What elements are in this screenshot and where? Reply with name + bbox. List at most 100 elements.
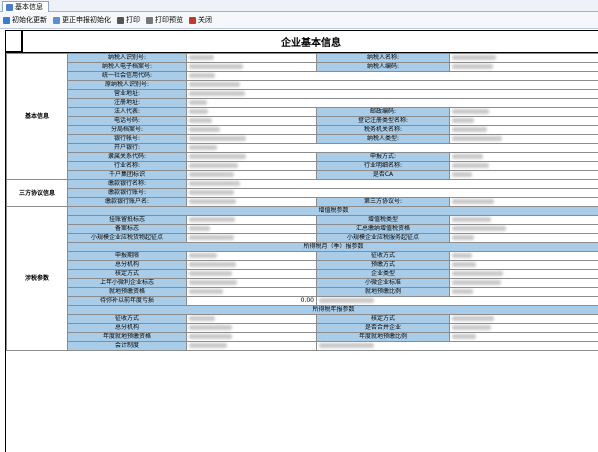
toolbar-button-label: 初始化更新 [12,15,47,25]
tax-value[interactable] [187,333,317,342]
table-row: 年度就地预缴资格 年度就地预缴比例 [7,333,598,342]
redacted-value [189,172,234,177]
tax-value[interactable] [450,333,598,342]
tax-value[interactable] [450,324,598,333]
table-row: 分局档案号: 税务机关名称: [7,126,598,135]
redacted-value [189,127,220,132]
tax-value[interactable] [187,225,317,234]
basic-value[interactable] [187,153,317,162]
toolbar-button-label: 打印 [126,15,140,25]
basic-value[interactable] [450,63,598,72]
basic-value[interactable] [450,171,598,180]
redacted-value [189,262,236,267]
tax-value[interactable] [187,324,317,333]
basic-value[interactable] [187,81,598,90]
basic-value[interactable] [187,162,317,171]
redacted-value [319,343,374,348]
tax-value[interactable] [187,270,317,279]
tri-value[interactable] [450,198,598,207]
tax-value[interactable] [450,225,598,234]
basic-label: 登记注册类型名称: [317,117,450,126]
tab-basic-info[interactable]: 基本信息 [2,1,49,12]
redacted-value [452,253,472,258]
toolbar-button-2[interactable]: 打印 [117,15,140,25]
basic-value[interactable] [187,144,598,153]
tax-value[interactable] [317,342,598,351]
tax-value[interactable] [450,216,598,225]
tax-value[interactable] [450,279,598,288]
tax-value[interactable] [450,315,598,324]
tax-value[interactable] [187,261,317,270]
basic-value[interactable] [450,153,598,162]
tax-value[interactable] [450,234,598,243]
refresh-icon [3,17,10,24]
table-row: 备案标志 汇总缴纳增值税资格 [7,225,598,234]
redacted-value [189,145,217,150]
basic-value[interactable] [450,162,598,171]
basic-value[interactable] [187,54,317,63]
basic-label: 纳税人电子档案号: [68,63,187,72]
basic-value[interactable] [450,135,598,144]
redacted-value [319,298,374,303]
basic-value[interactable] [187,63,317,72]
redacted-value [452,154,483,159]
redacted-value [189,181,240,186]
tri-value[interactable] [187,198,317,207]
redacted-value [189,163,238,168]
tri-value[interactable] [187,180,598,189]
basic-value[interactable] [450,117,598,126]
redacted-value [189,82,240,87]
section-tripartite: 三方协议信息 [7,180,68,207]
toolbar-button-3[interactable]: 打印预览 [146,15,183,25]
redacted-value [452,280,501,285]
tax-value[interactable] [187,315,317,324]
basic-label: 是否CA [317,171,450,180]
basic-value[interactable] [450,126,598,135]
basic-value[interactable] [187,108,317,117]
tax-label: 预缴方式 [317,261,450,270]
basic-value[interactable] [187,135,317,144]
basic-value[interactable] [187,171,317,180]
basic-value[interactable] [187,72,598,81]
tax-label: 增值税类型 [317,216,450,225]
redacted-value [452,127,487,132]
tax-value[interactable] [187,279,317,288]
basic-value[interactable] [187,90,598,99]
table-row: 缴款银行账户名: 第三方协议号: [7,198,598,207]
tri-label: 缴款银行名称: [68,180,187,189]
redacted-value [189,154,246,159]
tri-value[interactable] [187,189,598,198]
tax-value[interactable] [187,342,317,351]
table-row: 注册地址: [7,99,598,108]
tax-value[interactable] [450,270,598,279]
toolbar-button-4[interactable]: 关闭 [189,15,212,25]
tri-label: 缴款银行账号: [68,189,187,198]
redacted-value [189,136,246,141]
tax-value[interactable] [187,234,317,243]
basic-label: 纳税人识别号: [68,54,187,63]
table-row: 基本信息 纳税人识别号: 纳税人名称: [7,54,598,63]
tax-value[interactable] [187,288,317,297]
info-form: 企业基本信息 基本信息 纳税人识别号: 纳税人名称: 纳税人电子档案号: 纳税人编码: 统… [5,30,598,452]
tax-value[interactable] [450,261,598,270]
tax-value[interactable] [450,288,598,297]
basic-value[interactable] [187,126,317,135]
tax-value[interactable] [187,252,317,261]
tax-value[interactable] [187,216,317,225]
basic-value[interactable] [187,99,598,108]
redacted-value [452,172,472,177]
toolbar-button-0[interactable]: 初始化更新 [3,15,47,25]
toolbar-button-1[interactable]: 更正申报初始化 [53,15,111,25]
redacted-value [452,163,489,168]
basic-value[interactable] [450,54,598,63]
info-table: 基本信息 纳税人识别号: 纳税人名称: 纳税人电子档案号: 纳税人编码: 统一社会信用代码… [6,53,598,351]
tax-value[interactable] [317,297,598,306]
tax-label: 就地预缴资格 [68,288,187,297]
table-row: 行业名称: 行业明细名称: [7,162,598,171]
section-basic-info: 基本信息 [7,54,68,180]
basic-value[interactable] [450,108,598,117]
tax-value[interactable]: 0.00 [187,297,317,306]
redacted-value [189,73,215,78]
basic-value[interactable] [187,117,317,126]
tax-value[interactable] [450,252,598,261]
